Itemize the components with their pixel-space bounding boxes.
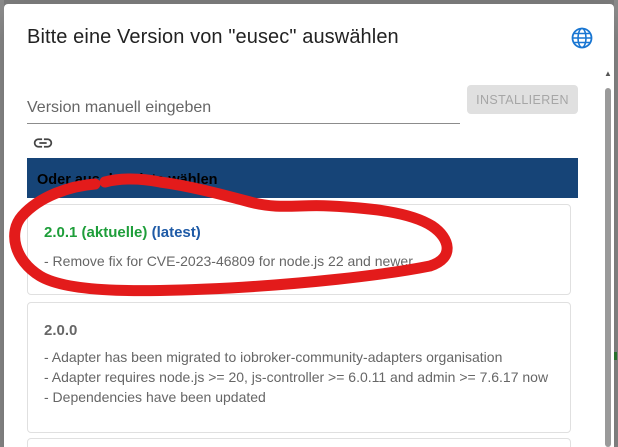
changelog-line: - Remove fix for CVE-2023-46809 for node… — [44, 253, 413, 269]
globe-icon[interactable] — [570, 26, 594, 50]
version-number: 2.0.0 — [44, 322, 78, 339]
link-icon[interactable] — [32, 132, 54, 154]
install-button[interactable]: INSTALLIEREN — [467, 85, 578, 114]
changelog-line: - Adapter has been migrated to iobroker-… — [44, 349, 503, 365]
latest-tag: (latest) — [151, 224, 201, 241]
version-card-2-0-1[interactable]: 2.0.1 (aktuelle) (latest) - Remove fix f… — [27, 204, 571, 295]
changelog-line: - Dependencies have been updated — [44, 389, 266, 405]
changelog-line: - Adapter requires node.js >= 20, js-con… — [44, 369, 549, 385]
version-select-dialog: Bitte eine Version von "eusec" auswählen… — [4, 4, 614, 447]
version-title: 2.0.1 (aktuelle) (latest) — [44, 224, 201, 241]
version-card-next[interactable] — [27, 438, 571, 447]
version-manual-input[interactable] — [27, 92, 460, 124]
version-card-2-0-0[interactable]: 2.0.0 - Adapter has been migrated to iob… — [27, 302, 571, 433]
background-app-right — [614, 0, 618, 447]
scroll-up-arrow[interactable]: ▲ — [604, 70, 612, 78]
version-list-header: Oder aus der Liste wählen — [27, 158, 578, 198]
current-tag: (aktuelle) — [81, 224, 148, 241]
dialog-title: Bitte eine Version von "eusec" auswählen — [27, 26, 399, 48]
version-number: 2.0.1 — [44, 224, 78, 241]
scrollbar-thumb[interactable] — [605, 88, 611, 447]
